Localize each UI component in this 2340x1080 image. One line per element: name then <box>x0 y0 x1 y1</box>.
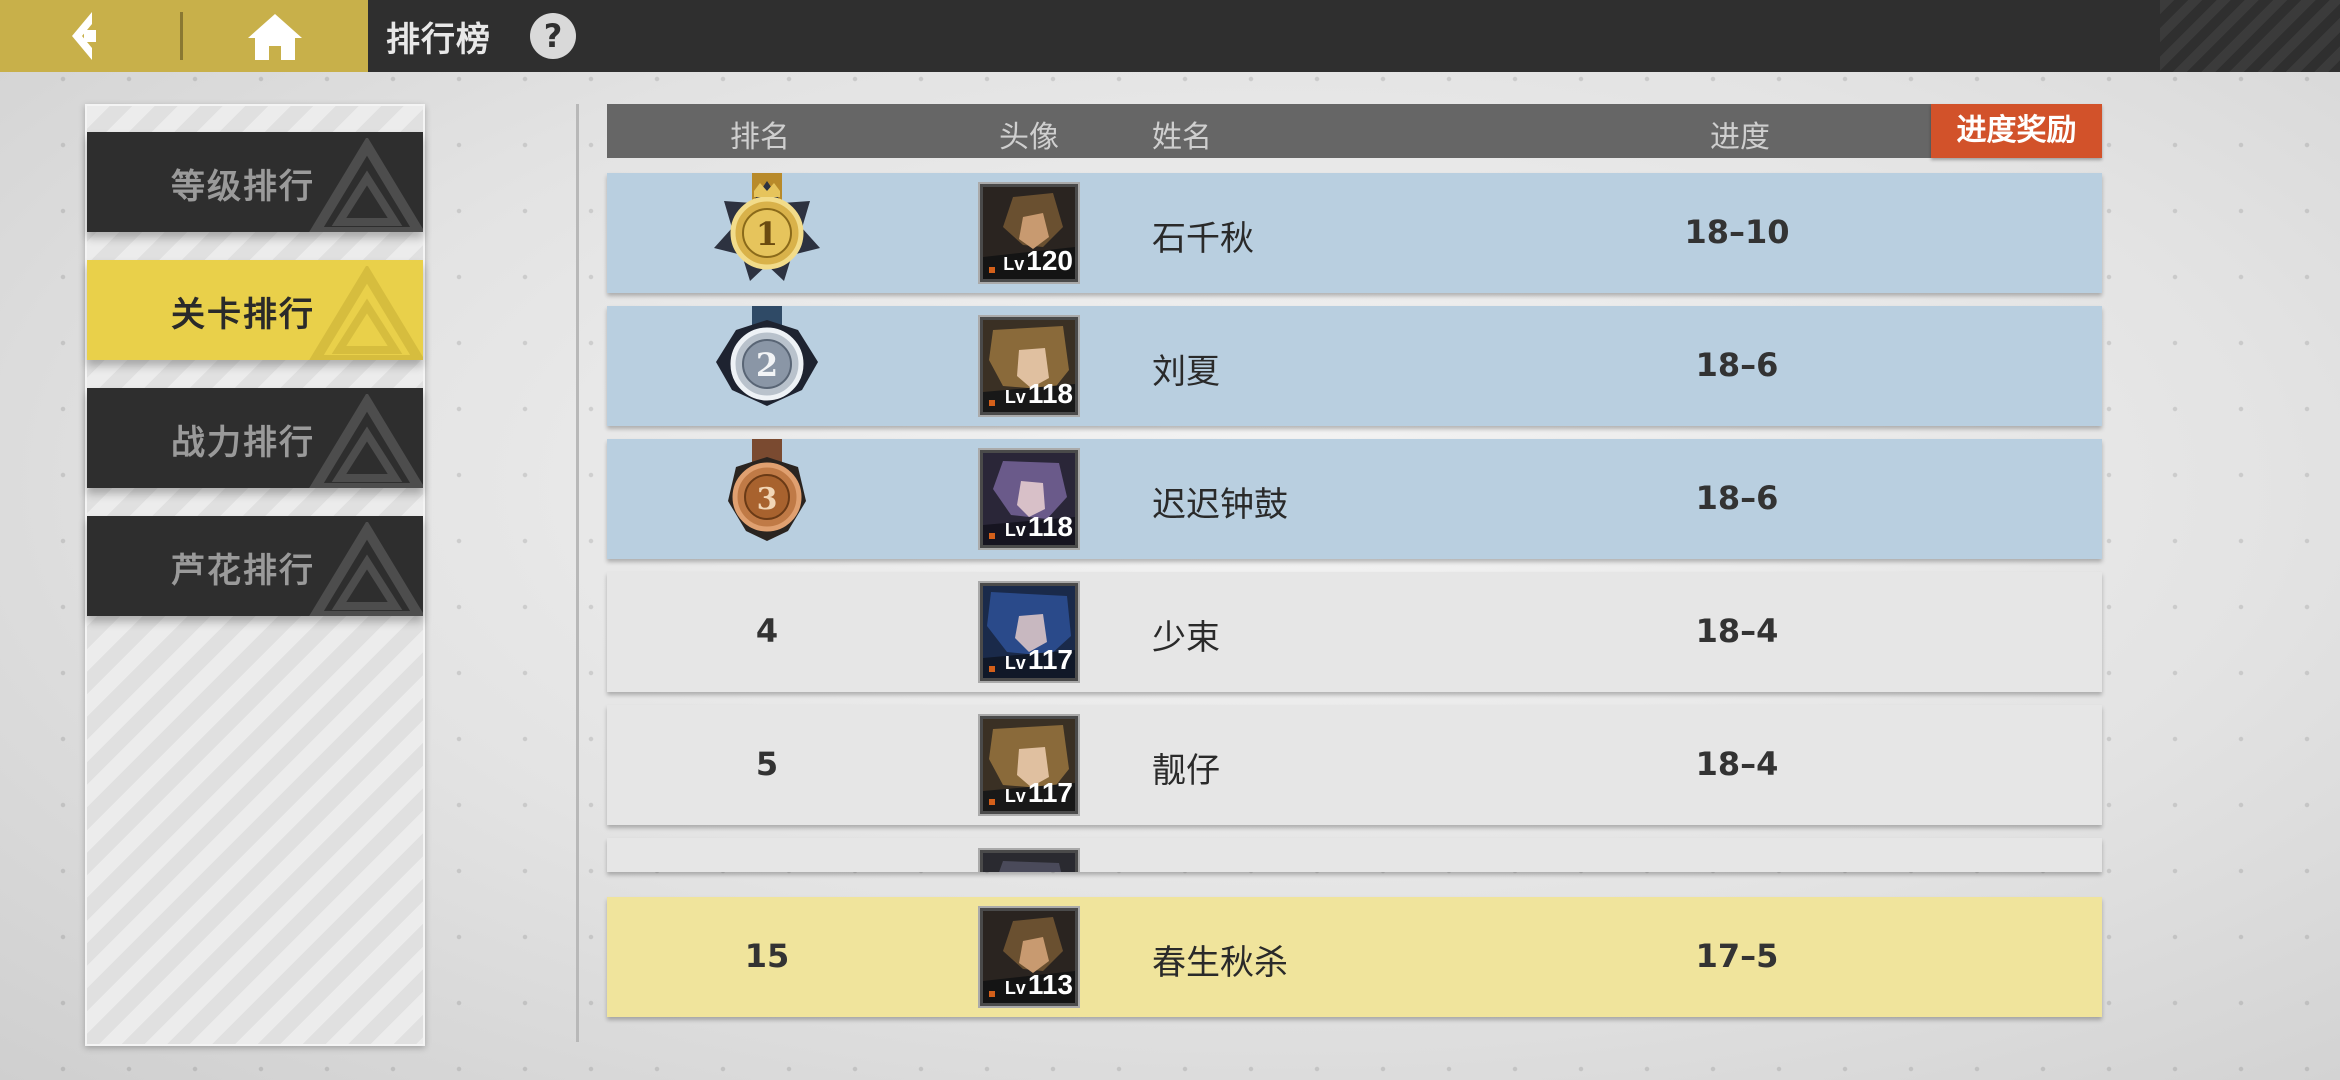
tab-power-ranking[interactable]: 战力排行 <box>87 388 423 488</box>
progress-value: 17–5 <box>1695 937 1779 975</box>
player-name: 春生秋杀 <box>1152 943 1288 983</box>
home-icon <box>248 14 302 60</box>
tab-label: 关卡排行 <box>171 295 315 335</box>
top-bar: 排行榜 ? <box>0 0 2340 72</box>
player-name: 刘夏 <box>1152 352 1220 392</box>
progress-value: 18–6 <box>1695 479 1779 517</box>
svg-text:2: 2 <box>756 346 778 384</box>
table-header: 排名 头像 姓名 进度 <box>607 104 2102 158</box>
home-button[interactable] <box>238 8 312 64</box>
back-button[interactable] <box>50 8 120 64</box>
level-badge: Lv113 <box>1004 969 1073 1000</box>
svg-text:1: 1 <box>756 215 778 253</box>
column-header-name: 姓名 <box>1152 120 1212 155</box>
player-name: 少束 <box>1152 618 1220 658</box>
avatar-art-icon <box>983 853 1075 872</box>
triangle-logo-icon <box>309 394 423 488</box>
tab-label: 芦花排行 <box>171 551 315 591</box>
table-row[interactable]: 3 Lv118 迟迟钟鼓 18–6 <box>607 439 2102 559</box>
silver-medal-icon: 2 <box>716 306 818 406</box>
vertical-divider <box>576 104 579 1042</box>
avatar[interactable]: Lv118 <box>980 450 1078 548</box>
progress-value: 18–6 <box>1695 346 1779 384</box>
table-row[interactable]: 2 Lv118 刘夏 18–6 <box>607 306 2102 426</box>
level-badge: Lv117 <box>1004 777 1073 808</box>
my-rank-row[interactable]: 15 Lv113 春生秋杀 17–5 <box>607 897 2102 1017</box>
bronze-medal-icon: 3 <box>728 439 806 541</box>
help-icon[interactable]: ? <box>530 13 576 59</box>
player-name: 靓仔 <box>1152 751 1220 791</box>
level-badge: Lv118 <box>1004 511 1073 542</box>
tab-label: 战力排行 <box>171 423 315 463</box>
ranking-category-sidebar: 等级排行 关卡排行 战力排行 芦花排行 <box>85 104 425 1046</box>
triangle-logo-icon <box>309 266 423 360</box>
level-badge: Lv117 <box>1004 644 1073 675</box>
progress-value: 18–4 <box>1695 612 1779 650</box>
level-badge: Lv118 <box>1004 378 1073 409</box>
triangle-logo-icon <box>309 522 423 616</box>
svg-text:3: 3 <box>757 482 778 517</box>
table-row-partial[interactable] <box>607 838 2102 872</box>
nav-button-group <box>0 0 368 72</box>
tab-stage-ranking[interactable]: 关卡排行 <box>87 260 423 360</box>
back-arrow-icon <box>72 12 96 60</box>
nav-separator <box>180 12 183 60</box>
rank-number: 4 <box>755 612 779 650</box>
rank-number: 5 <box>755 745 779 783</box>
table-row[interactable]: 1 Lv120 石千秋 18–10 <box>607 173 2102 293</box>
avatar[interactable]: Lv113 <box>980 908 1078 1006</box>
column-header-progress: 进度 <box>1710 120 1770 155</box>
avatar[interactable]: Lv117 <box>980 583 1078 681</box>
avatar[interactable]: Lv120 <box>980 184 1078 282</box>
table-row[interactable]: 5 Lv117 靓仔 18–4 <box>607 705 2102 825</box>
triangle-logo-icon <box>309 138 423 232</box>
level-badge: Lv120 <box>1003 245 1073 276</box>
tab-level-ranking[interactable]: 等级排行 <box>87 132 423 232</box>
progress-value: 18–4 <box>1695 745 1779 783</box>
progress-reward-button[interactable]: 进度奖励 <box>1931 104 2102 158</box>
table-row[interactable]: 4 Lv117 少束 18–4 <box>607 572 2102 692</box>
tab-luhua-ranking[interactable]: 芦花排行 <box>87 516 423 616</box>
column-header-avatar: 头像 <box>999 120 1059 155</box>
tab-label: 等级排行 <box>171 167 315 207</box>
player-name: 迟迟钟鼓 <box>1152 485 1288 525</box>
column-header-rank: 排名 <box>730 120 790 155</box>
gold-medal-icon: 1 <box>714 173 820 281</box>
page-title: 排行榜 <box>386 20 491 60</box>
player-name: 石千秋 <box>1152 219 1254 259</box>
progress-value: 18–10 <box>1684 213 1790 251</box>
avatar[interactable] <box>980 850 1078 872</box>
rank-number: 15 <box>744 937 790 975</box>
top-bar-stripes <box>2160 0 2340 72</box>
avatar[interactable]: Lv118 <box>980 317 1078 415</box>
avatar[interactable]: Lv117 <box>980 716 1078 814</box>
